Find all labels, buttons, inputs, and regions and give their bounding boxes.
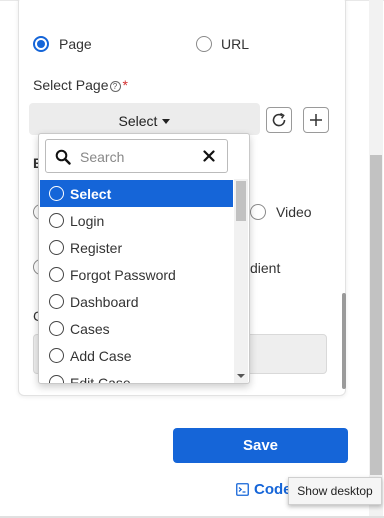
- radio-icon: [49, 294, 64, 309]
- select-page-dropdown[interactable]: Select: [29, 103, 260, 135]
- radio-icon: [49, 240, 64, 255]
- scroll-down-arrow-icon[interactable]: [237, 374, 245, 378]
- option-label: Register: [70, 239, 123, 256]
- dropdown-options: Select Login Register Forgot Password Da…: [40, 180, 233, 384]
- search-icon: [55, 149, 71, 165]
- select-page-label: Select Page? *: [33, 77, 128, 93]
- option-label: Add Case: [70, 347, 132, 364]
- radio-icon: [49, 375, 64, 383]
- video-radio-label: Video: [276, 204, 312, 220]
- required-asterisk: *: [122, 77, 128, 93]
- option-forgot-password[interactable]: Forgot Password: [40, 261, 233, 288]
- help-icon[interactable]: ?: [109, 81, 121, 92]
- option-login[interactable]: Login: [40, 207, 233, 234]
- option-edit-case[interactable]: Edit Case: [40, 369, 233, 384]
- page-radio-label: Page: [59, 36, 92, 52]
- page-scrollbar-thumb[interactable]: [370, 155, 382, 475]
- show-desktop-tooltip: Show desktop: [288, 477, 382, 505]
- option-dashboard[interactable]: Dashboard: [40, 288, 233, 315]
- option-label: Login: [70, 212, 105, 229]
- url-radio-label: URL: [221, 36, 250, 52]
- radio-icon: [49, 321, 64, 336]
- radio-icon: [49, 213, 64, 228]
- refresh-icon: [272, 112, 286, 127]
- code-link[interactable]: Code: [236, 481, 292, 498]
- radio-icon: [49, 186, 64, 201]
- option-label: Dashboard: [70, 293, 139, 310]
- terminal-icon: [236, 483, 249, 496]
- dropdown-search-box[interactable]: [45, 139, 228, 173]
- radio-icon: [49, 348, 64, 363]
- caret-down-icon: [162, 118, 171, 124]
- page-dropdown-menu: Select Login Register Forgot Password Da…: [38, 133, 250, 384]
- plus-icon: [310, 114, 322, 126]
- url-radio[interactable]: [196, 36, 212, 52]
- option-label: Forgot Password: [70, 266, 176, 283]
- option-cases[interactable]: Cases: [40, 315, 233, 342]
- save-button[interactable]: Save: [173, 428, 348, 463]
- option-label: Edit Case: [70, 374, 131, 384]
- dropdown-scroll-thumb[interactable]: [236, 181, 246, 221]
- option-label: Cases: [70, 320, 110, 337]
- option-add-case[interactable]: Add Case: [40, 342, 233, 369]
- option-label: Select: [70, 185, 112, 202]
- code-link-label: Code: [254, 481, 292, 498]
- close-icon[interactable]: [203, 150, 215, 162]
- video-radio[interactable]: [250, 204, 266, 220]
- select-page-label-text: Select Page: [33, 77, 109, 93]
- option-register[interactable]: Register: [40, 234, 233, 261]
- refresh-button[interactable]: [266, 107, 292, 133]
- card-scrollbar[interactable]: [342, 293, 346, 389]
- dropdown-search-input[interactable]: [80, 147, 190, 167]
- option-select[interactable]: Select: [40, 180, 233, 207]
- page-radio[interactable]: [33, 36, 49, 52]
- add-page-button[interactable]: [303, 107, 329, 133]
- select-page-dropdown-label: Select: [118, 113, 158, 129]
- radio-icon: [49, 267, 64, 282]
- gradient-radio-label: dient: [250, 260, 281, 276]
